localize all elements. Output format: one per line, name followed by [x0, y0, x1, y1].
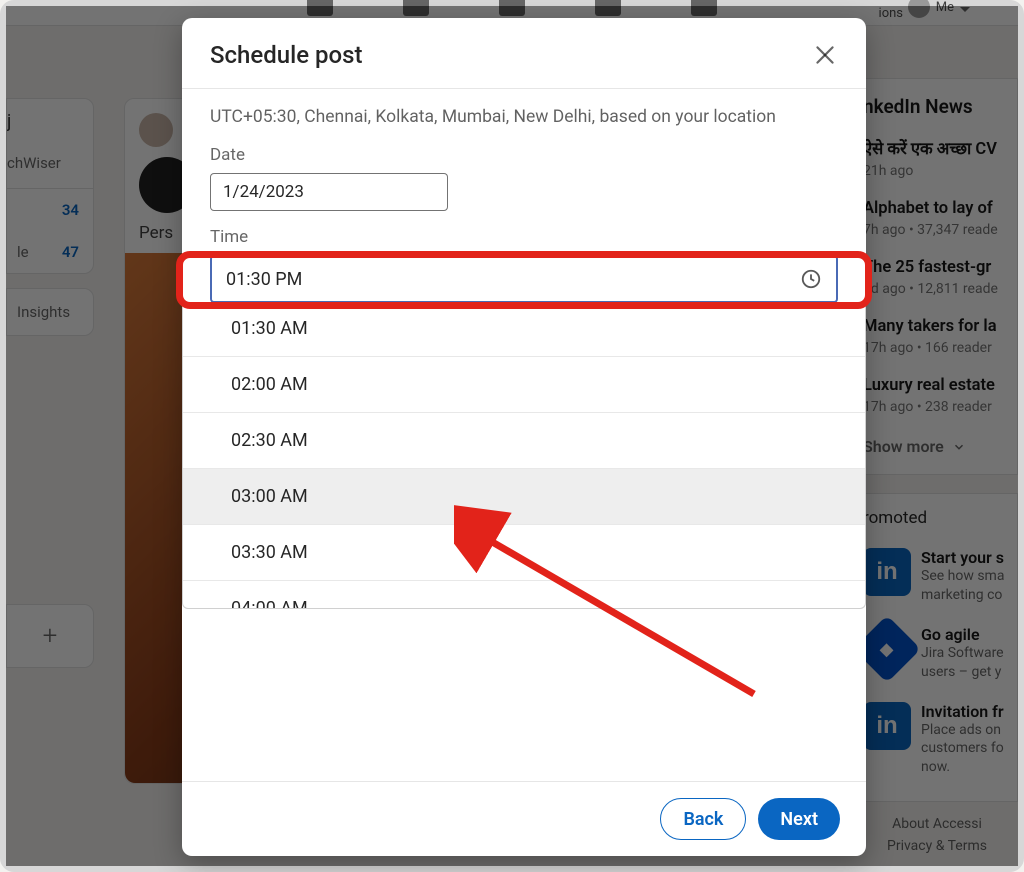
modal-title: Schedule post: [210, 41, 363, 69]
back-button[interactable]: Back: [660, 798, 746, 840]
time-option[interactable]: 01:30 AM: [183, 301, 865, 356]
time-option[interactable]: 02:30 AM: [183, 412, 865, 468]
time-option[interactable]: 04:00 AM: [183, 580, 865, 609]
time-option[interactable]: 03:30 AM: [183, 524, 865, 580]
schedule-post-modal: Schedule post UTC+05:30, Chennai, Kolkat…: [182, 18, 866, 856]
next-button[interactable]: Next: [758, 798, 840, 840]
clock-icon: [800, 268, 822, 290]
time-dropdown: 01:30 AM 02:00 AM 02:30 AM 03:00 AM 03:3…: [182, 301, 866, 609]
modal-body: UTC+05:30, Chennai, Kolkata, Mumbai, New…: [182, 89, 866, 781]
time-label: Time: [210, 227, 838, 247]
timezone-text: UTC+05:30, Chennai, Kolkata, Mumbai, New…: [210, 107, 838, 127]
modal-header: Schedule post: [182, 18, 866, 89]
date-input[interactable]: [210, 173, 448, 211]
time-option[interactable]: 03:00 AM: [183, 468, 865, 524]
close-icon: [812, 42, 838, 68]
time-option[interactable]: 02:00 AM: [183, 356, 865, 412]
close-button[interactable]: [810, 40, 840, 70]
time-input-field[interactable]: [226, 269, 800, 290]
date-label: Date: [210, 145, 838, 165]
time-input[interactable]: [210, 255, 838, 303]
modal-footer: Back Next: [182, 781, 866, 856]
